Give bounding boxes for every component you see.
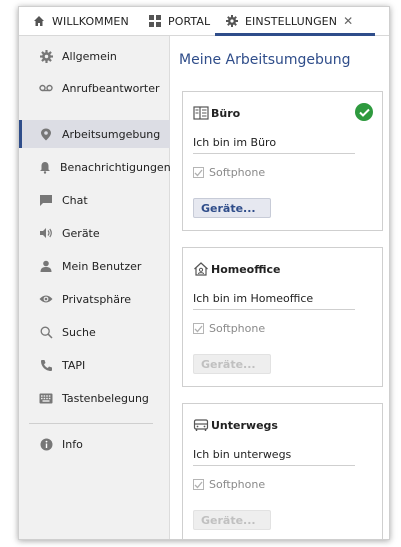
home-office-icon [193,261,209,277]
checkmark-icon [355,103,373,121]
voicemail-icon [39,81,53,95]
sidebar-item-label: Geräte [62,226,100,240]
sidebar-item-chat[interactable]: Chat [19,186,170,214]
sidebar-item-label: TAPI [62,358,86,372]
tab-label: WILLKOMMEN [52,14,129,28]
workspace-card-homeoffice: Homeoffice Ich bin im Homeoffice Softpho… [182,247,383,387]
sidebar-item-suche[interactable]: Suche [19,318,170,346]
softphone-label: Softphone [209,322,266,335]
gear-icon [39,49,53,63]
tab-label: PORTAL [168,14,211,28]
workspace-card-buero: Büro Ich bin im Büro Softphone Geräte... [182,91,383,231]
sidebar-item-label: Benachrichtigungen [60,160,171,174]
grid-icon [149,15,161,27]
gear-icon [226,15,238,27]
tab-einstellungen[interactable]: EINSTELLUNGEN ✕ [226,7,353,35]
settings-sidebar: Allgemein Anrufbeantworter Arbeitsumgebu… [19,36,171,539]
eye-icon [39,292,53,306]
chat-icon [39,193,53,207]
tab-bar: WILLKOMMEN PORTAL EINSTELLUNGEN ✕ [19,7,389,36]
main-content: Meine Arbeitsumgebung Büro Ich bin im Bü… [170,36,389,539]
workspace-name-field[interactable]: Ich bin unterwegs [193,448,355,466]
sidebar-item-label: Arbeitsumgebung [62,127,161,141]
sidebar-item-info[interactable]: Info [19,430,170,458]
workspace-card-unterwegs: Unterwegs Ich bin unterwegs Softphone Ge… [182,403,383,539]
checkbox-icon [193,323,204,334]
checkbox-icon [193,167,204,178]
workspace-name-field[interactable]: Ich bin im Homeoffice [193,292,355,310]
info-icon [39,437,53,451]
sidebar-item-label: Suche [62,325,96,339]
close-icon[interactable]: ✕ [343,14,353,28]
settings-window: WILLKOMMEN PORTAL EINSTELLUNGEN ✕ Allgem… [18,6,390,540]
search-icon [39,325,53,339]
card-title: Homeoffice [211,263,281,276]
devices-button[interactable]: Geräte... [193,198,271,218]
tab-label: EINSTELLUNGEN [245,14,338,28]
softphone-checkbox[interactable]: Softphone [193,166,265,179]
devices-button[interactable]: Geräte... [193,510,271,530]
softphone-label: Softphone [209,166,266,179]
sidebar-item-benachrichtigungen[interactable]: Benachrichtigungen [19,153,171,181]
sidebar-item-allgemein[interactable]: Allgemein [19,42,170,70]
sidebar-item-anrufbeantworter[interactable]: Anrufbeantworter [19,74,170,102]
sidebar-divider [29,423,153,424]
home-icon [33,15,45,27]
sidebar-item-arbeitsumgebung[interactable]: Arbeitsumgebung [19,120,170,148]
sidebar-item-label: Mein Benutzer [62,259,142,273]
office-icon [193,105,209,121]
card-title: Unterwegs [211,419,278,432]
softphone-label: Softphone [209,478,266,491]
card-title: Büro [211,107,241,120]
sidebar-item-geraete[interactable]: Geräte [19,219,170,247]
speaker-icon [39,226,53,240]
page-title: Meine Arbeitsumgebung [179,52,351,68]
softphone-checkbox[interactable]: Softphone [193,478,265,491]
sidebar-item-label: Privatsphäre [62,292,132,306]
sidebar-item-label: Chat [62,193,88,207]
sidebar-item-label: Allgemein [62,49,117,63]
sidebar-item-tapi[interactable]: TAPI [19,351,170,379]
sidebar-item-privatsphaere[interactable]: Privatsphäre [19,285,170,313]
tab-willkommen[interactable]: WILLKOMMEN [33,7,129,35]
workspace-name-field[interactable]: Ich bin im Büro [193,136,355,154]
softphone-checkbox[interactable]: Softphone [193,322,265,335]
user-icon [39,259,53,273]
tab-portal[interactable]: PORTAL [149,7,210,35]
phone-icon [39,358,53,372]
bell-icon [39,160,51,174]
sidebar-item-label: Anrufbeantworter [62,81,160,95]
checkbox-icon [193,479,204,490]
car-icon [193,417,209,433]
sidebar-item-mein-benutzer[interactable]: Mein Benutzer [19,252,170,280]
location-pin-icon [39,127,53,141]
sidebar-item-label: Info [62,437,83,451]
keyboard-icon [39,391,53,405]
sidebar-item-label: Tastenbelegung [62,391,149,405]
sidebar-item-tastenbelegung[interactable]: Tastenbelegung [19,384,170,412]
devices-button[interactable]: Geräte... [193,354,271,374]
